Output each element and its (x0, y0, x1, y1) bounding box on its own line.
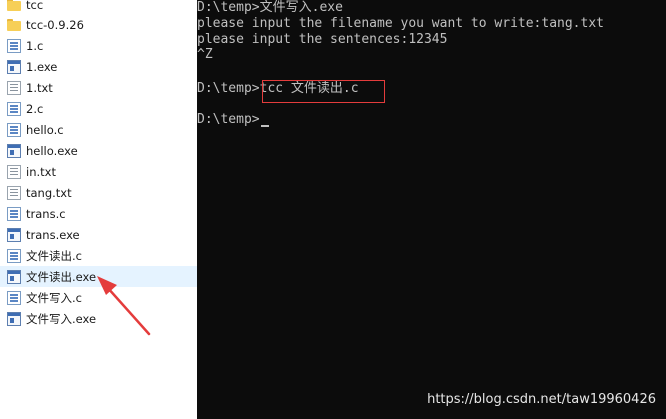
file-name: trans.exe (26, 227, 80, 242)
file-name: 1.exe (26, 59, 58, 74)
watermark-text: https://blog.csdn.net/taw19960426 (427, 392, 656, 407)
exe-file-icon (7, 143, 21, 158)
file-item-trans-exe[interactable]: trans.exe (0, 224, 197, 245)
file-explorer-list: tcc tcc-0.9.26 1.c 1.exe 1.txt 2.c hello… (0, 0, 197, 419)
file-name: tcc-0.9.26 (26, 17, 84, 32)
console-line: D:\temp>文件写入.exe (197, 0, 343, 15)
highlight-box (262, 80, 385, 103)
file-name: 1.c (26, 38, 44, 53)
file-name: hello.c (26, 122, 64, 137)
folder-icon (7, 0, 21, 12)
file-item-trans-c[interactable]: trans.c (0, 203, 197, 224)
file-item-1-txt[interactable]: 1.txt (0, 77, 197, 98)
exe-file-icon (7, 59, 21, 74)
file-name: 文件读出.c (26, 248, 82, 263)
file-item-tcc[interactable]: tcc (0, 0, 197, 15)
exe-file-icon (7, 227, 21, 242)
console-line: please input the sentences:12345 (197, 32, 448, 47)
folder-icon (7, 18, 21, 32)
file-item-1-c[interactable]: 1.c (0, 35, 197, 56)
c-source-file-icon (7, 122, 21, 137)
file-item-write-exe[interactable]: 文件写入.exe (0, 308, 197, 329)
file-name: 文件读出.exe (26, 269, 97, 284)
file-name: 1.txt (26, 80, 53, 95)
text-file-icon (7, 164, 21, 179)
c-source-file-icon (7, 290, 21, 305)
file-item-read-exe[interactable]: 文件读出.exe (0, 266, 197, 287)
c-source-file-icon (7, 101, 21, 116)
file-name: 文件写入.exe (26, 311, 97, 326)
file-item-hello-c[interactable]: hello.c (0, 119, 197, 140)
command-prompt-window[interactable]: D:\temp>文件写入.exe please input the filena… (197, 0, 666, 419)
file-name: trans.c (26, 206, 66, 221)
file-name: hello.exe (26, 143, 78, 158)
c-source-file-icon (7, 206, 21, 221)
file-item-hello-exe[interactable]: hello.exe (0, 140, 197, 161)
text-file-icon (7, 80, 21, 95)
file-item-1-exe[interactable]: 1.exe (0, 56, 197, 77)
console-line: ^Z (197, 47, 213, 62)
c-source-file-icon (7, 248, 21, 263)
file-item-write-c[interactable]: 文件写入.c (0, 287, 197, 308)
file-name: 文件写入.c (26, 290, 82, 305)
file-name: in.txt (26, 164, 56, 179)
file-name: 2.c (26, 101, 44, 116)
file-name: tcc (26, 0, 44, 12)
file-item-read-c[interactable]: 文件读出.c (0, 245, 197, 266)
exe-file-icon (7, 269, 21, 284)
console-line: please input the filename you want to wr… (197, 16, 604, 31)
file-item-tcc-0-9-26[interactable]: tcc-0.9.26 (0, 14, 197, 35)
text-cursor (261, 125, 269, 127)
c-source-file-icon (7, 38, 21, 53)
file-item-in-txt[interactable]: in.txt (0, 161, 197, 182)
file-name: tang.txt (26, 185, 72, 200)
exe-file-icon (7, 311, 21, 326)
text-file-icon (7, 185, 21, 200)
file-item-tang-txt[interactable]: tang.txt (0, 182, 197, 203)
file-item-2-c[interactable]: 2.c (0, 98, 197, 119)
console-prompt-line: D:\temp> (197, 112, 260, 127)
